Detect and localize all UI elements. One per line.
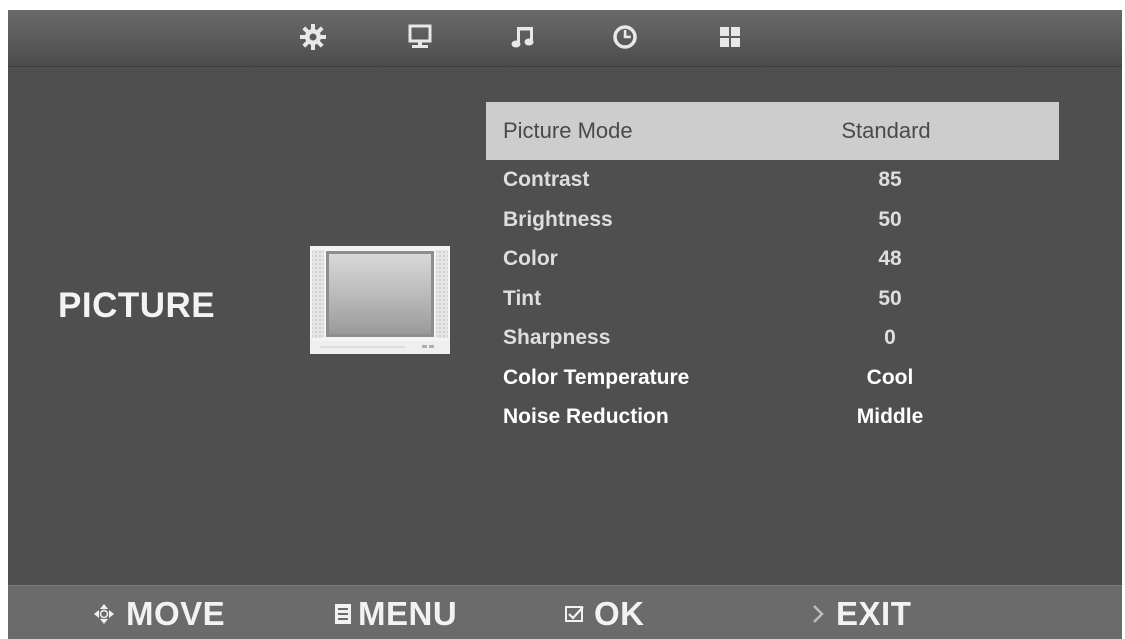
menu-item-picture-mode[interactable]: Picture Mode Standard	[486, 102, 1059, 160]
music-note-icon	[510, 24, 536, 50]
menu-hint: MENU	[334, 592, 457, 636]
menu-item-value: Cool	[866, 365, 914, 389]
menu-item-sharpness[interactable]: Sharpness 0	[486, 318, 1059, 358]
menu-item-label: Tint	[503, 286, 542, 310]
tab-picture[interactable]	[298, 22, 328, 52]
menu-item-value: 50	[878, 286, 902, 310]
menu-item-value: 0	[884, 326, 896, 349]
menu-icon	[334, 603, 352, 625]
exit-hint-label: EXIT	[836, 595, 912, 632]
ok-hint: OK	[564, 592, 645, 636]
return-icon	[810, 603, 828, 625]
menu-item-label: Sharpness	[503, 326, 611, 349]
osd-screen: PICTURE Picture Mode Standard Contrast 8…	[8, 10, 1122, 639]
menu-item-value: 50	[878, 207, 902, 231]
menu-item-label: Noise Reduction	[503, 405, 669, 428]
gear-icon	[299, 23, 327, 51]
menu-item-color-temperature[interactable]: Color Temperature Cool	[486, 358, 1059, 398]
menu-item-label: Color	[503, 247, 558, 270]
menu-item-value: 85	[878, 168, 902, 191]
menu-hint-label: MENU	[358, 595, 458, 632]
arrows-icon	[92, 602, 116, 626]
tab-sound[interactable]	[508, 22, 538, 52]
menu-item-brightness[interactable]: Brightness 50	[486, 200, 1059, 240]
tv-image	[310, 246, 450, 359]
section-title: PICTURE	[58, 286, 216, 325]
tab-bar	[8, 10, 1122, 67]
tab-setup[interactable]	[715, 22, 745, 52]
menu-item-noise-reduction[interactable]: Noise Reduction Middle	[486, 397, 1059, 437]
menu-item-value: Standard	[841, 118, 931, 143]
exit-hint: EXIT	[810, 592, 911, 636]
key-hint-bar: MOVE MENU OK EXIT	[8, 585, 1122, 639]
tab-screen[interactable]	[405, 22, 435, 52]
ok-hint-label: OK	[594, 595, 645, 632]
grid-icon	[718, 25, 742, 49]
menu-item-contrast[interactable]: Contrast 85	[486, 160, 1059, 200]
move-hint-label: MOVE	[126, 595, 226, 632]
menu-item-label: Picture Mode	[503, 118, 633, 143]
clock-icon	[612, 24, 638, 50]
menu-item-label: Brightness	[503, 207, 613, 231]
move-hint: MOVE	[92, 592, 225, 636]
tab-time[interactable]	[610, 22, 640, 52]
menu-item-value: Middle	[856, 405, 924, 428]
check-box-icon	[564, 604, 586, 624]
menu-item-label: Contrast	[503, 168, 590, 191]
menu-item-label: Color Temperature	[503, 365, 690, 389]
picture-menu: Picture Mode Standard Contrast 85 Bright…	[486, 102, 1059, 437]
menu-item-color[interactable]: Color 48	[486, 239, 1059, 279]
menu-item-value: 48	[878, 247, 902, 270]
menu-item-tint[interactable]: Tint 50	[486, 279, 1059, 319]
monitor-icon	[408, 24, 432, 50]
